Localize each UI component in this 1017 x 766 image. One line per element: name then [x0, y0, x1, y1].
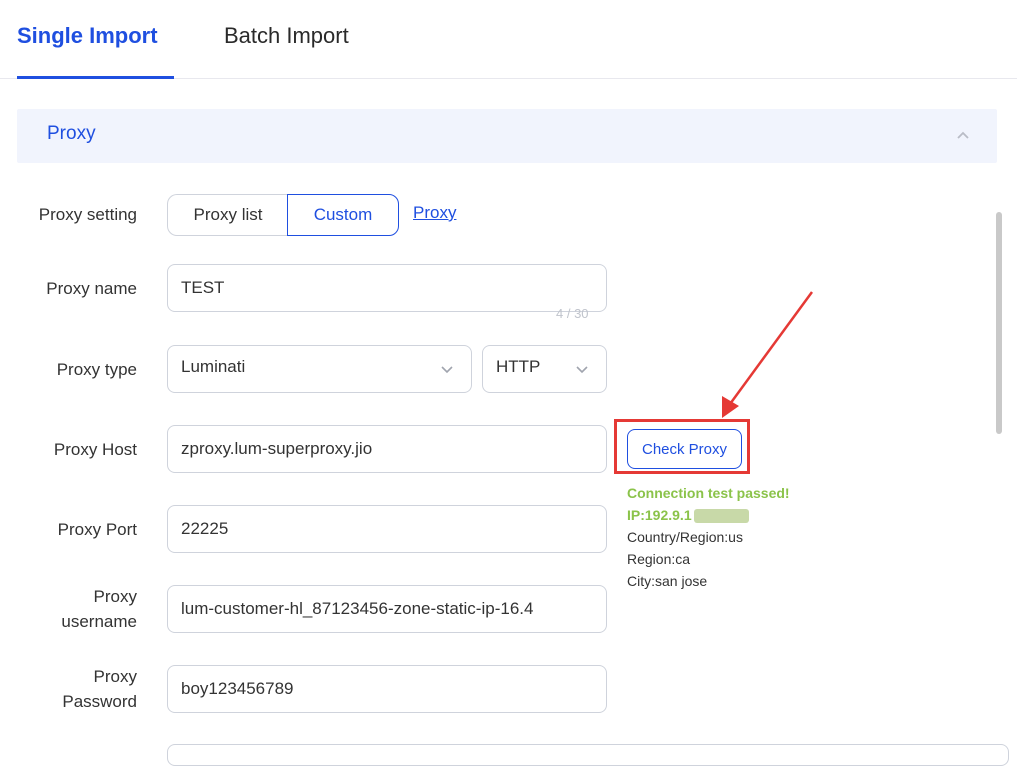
proxy-link[interactable]: Proxy: [413, 203, 456, 223]
proxy-username-label-line1: Proxy: [93, 587, 137, 606]
proxy-password-label-line1: Proxy: [93, 667, 137, 686]
proxy-provider-value: Luminati: [181, 357, 246, 376]
proxy-port-input[interactable]: [168, 506, 606, 552]
proxy-username-input[interactable]: [168, 586, 606, 632]
custom-option[interactable]: Custom: [287, 194, 399, 236]
proxy-provider-select[interactable]: Luminati: [167, 345, 472, 393]
proxy-username-label-line2: username: [61, 612, 137, 631]
city-result: City:san jose: [627, 573, 708, 589]
proxy-section-title: Proxy: [47, 123, 96, 144]
proxy-password-field[interactable]: [167, 665, 607, 713]
proxy-name-field[interactable]: [167, 264, 607, 312]
proxy-name-input[interactable]: [168, 265, 606, 311]
ip-result: IP:192.9.1: [627, 504, 749, 526]
active-tab-indicator: [17, 76, 174, 79]
proxy-list-option[interactable]: Proxy list: [167, 194, 288, 236]
chevron-down-icon: [576, 366, 588, 374]
proxy-protocol-value: HTTP: [496, 357, 541, 376]
proxy-port-label: Proxy Port: [57, 520, 137, 539]
proxy-password-label-line2: Password: [62, 692, 137, 711]
proxy-name-counter: 4 / 30: [556, 306, 589, 321]
proxy-section-header[interactable]: Proxy: [17, 109, 997, 163]
proxy-password-input[interactable]: [168, 666, 606, 712]
import-tabs: Single Import Batch Import: [0, 0, 1017, 79]
country-result: Country/Region:us: [627, 529, 743, 545]
tab-single-import[interactable]: Single Import: [17, 20, 158, 52]
proxy-name-label: Proxy name: [46, 279, 137, 298]
proxy-host-input[interactable]: [168, 426, 606, 472]
redacted-ip-blur: [693, 509, 749, 524]
vertical-scrollbar[interactable]: [996, 212, 1002, 434]
connection-status: Connection test passed!: [627, 485, 790, 501]
proxy-setting-label: Proxy setting: [38, 205, 137, 224]
ip-value: IP:192.9.1: [627, 507, 692, 523]
region-result: Region:ca: [627, 551, 691, 567]
next-field-partial[interactable]: [167, 744, 1009, 766]
proxy-host-field[interactable]: [167, 425, 607, 473]
tab-batch-import[interactable]: Batch Import: [224, 20, 349, 52]
proxy-username-field[interactable]: [167, 585, 607, 633]
proxy-port-field[interactable]: [167, 505, 607, 553]
proxy-protocol-select[interactable]: HTTP: [482, 345, 607, 393]
chevron-down-icon: [441, 366, 453, 374]
check-proxy-button[interactable]: Check Proxy: [627, 429, 742, 469]
proxy-type-label: Proxy type: [56, 360, 137, 379]
proxy-host-label: Proxy Host: [53, 440, 137, 459]
chevron-up-icon[interactable]: [953, 125, 973, 145]
